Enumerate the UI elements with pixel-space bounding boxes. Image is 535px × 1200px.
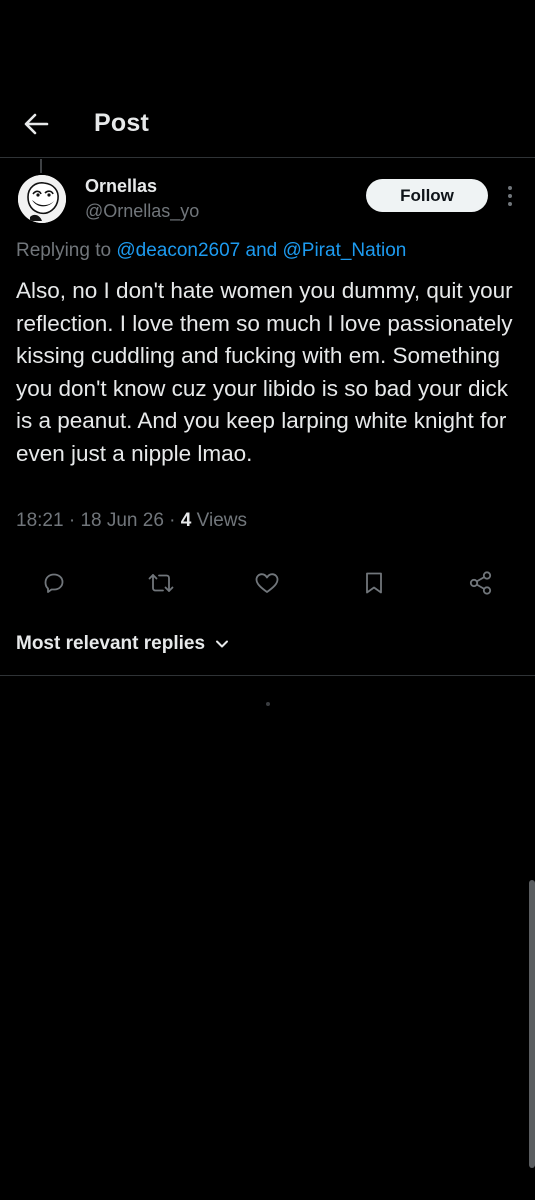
- author-name[interactable]: Ornellas: [85, 176, 157, 197]
- mention-link[interactable]: @deacon2607: [116, 240, 240, 261]
- tweet-time[interactable]: 18:21: [16, 510, 64, 531]
- loading-indicator: [266, 702, 270, 706]
- like-icon: [255, 573, 279, 593]
- back-arrow-icon: [24, 113, 49, 135]
- bookmark-icon: [366, 572, 382, 594]
- replies-sort-dropdown[interactable]: Most relevant replies: [16, 630, 229, 658]
- replying-prefix: Replying to: [16, 240, 117, 261]
- chevron-down-icon: [216, 640, 229, 648]
- retweet-icon: [148, 574, 174, 592]
- bookmark-button[interactable]: [359, 568, 389, 598]
- action-bar: [0, 560, 535, 604]
- more-dot-icon: [508, 202, 512, 206]
- scrollbar[interactable]: [529, 880, 535, 1168]
- share-icon: [469, 571, 492, 595]
- divider: [0, 675, 535, 676]
- follow-button[interactable]: Follow: [366, 179, 488, 212]
- trollface-avatar-icon: [18, 175, 66, 223]
- tweet-meta: 18:21 · 18 Jun 26 · 4 Views: [16, 510, 247, 531]
- more-options-button[interactable]: [500, 183, 520, 209]
- tweet-text: Also, no I don't hate women you dummy, q…: [16, 278, 513, 466]
- back-button[interactable]: [18, 106, 54, 142]
- page-title: Post: [94, 109, 149, 137]
- avatar[interactable]: [18, 175, 66, 223]
- more-dot-icon: [508, 186, 512, 190]
- more-dot-icon: [508, 194, 512, 198]
- reply-button[interactable]: [39, 568, 69, 598]
- top-bar: Post: [0, 92, 535, 158]
- sort-label: Most relevant replies: [16, 633, 206, 654]
- thread-connector-line: [40, 159, 42, 173]
- views-label: Views: [196, 510, 247, 531]
- share-button[interactable]: [466, 568, 496, 598]
- replying-to-line: Replying to @deacon2607 and @Pirat_Natio…: [16, 240, 406, 262]
- reply-icon: [44, 573, 64, 593]
- author-handle[interactable]: @Ornellas_yo: [85, 201, 199, 222]
- views-count: 4: [180, 510, 192, 531]
- tweet-date[interactable]: 18 Jun 26: [80, 510, 163, 531]
- mention-and: and: [240, 240, 283, 261]
- retweet-button[interactable]: [146, 568, 176, 598]
- like-button[interactable]: [252, 568, 282, 598]
- mention-link[interactable]: @Pirat_Nation: [283, 240, 407, 261]
